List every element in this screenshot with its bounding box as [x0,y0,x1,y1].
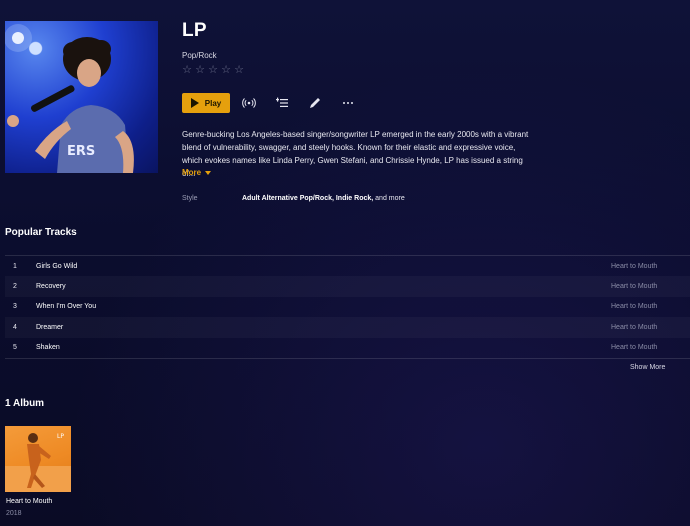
track-name[interactable]: Recovery [36,283,66,290]
artist-bio: Genre-bucking Los Angeles-based singer/s… [182,130,529,178]
track-album[interactable]: Heart to Mouth [611,263,657,270]
table-row[interactable]: 5 Shaken Heart to Mouth [5,338,690,358]
play-button-label: Play [204,98,222,108]
track-album[interactable]: Heart to Mouth [611,283,657,290]
star-icon[interactable]: ☆ [194,64,206,76]
star-icon[interactable]: ☆ [233,64,245,76]
play-button[interactable]: Play [182,93,230,113]
table-row[interactable]: 4 Dreamer Heart to Mouth [5,317,690,337]
album-name[interactable]: Heart to Mouth [6,498,52,505]
more-options-button[interactable] [338,93,358,113]
style-value: Adult Alternative Pop/Rock, Indie Rock, … [242,195,405,202]
edit-icon [310,98,320,108]
svg-text:ERS: ERS [67,144,95,159]
track-number: 4 [13,323,17,331]
album-cover[interactable]: LP [5,426,71,492]
more-link-label: More [182,168,202,177]
edit-button[interactable] [305,93,325,113]
track-name[interactable]: Girls Go Wild [36,263,77,270]
track-number: 1 [13,262,17,270]
table-row[interactable]: 2 Recovery Heart to Mouth [5,276,690,296]
caret-down-icon [205,170,212,175]
style-genres[interactable]: Adult Alternative Pop/Rock, Indie Rock, [242,195,373,202]
more-link[interactable]: More [182,168,212,177]
radio-button[interactable] [239,93,259,113]
star-icon[interactable]: ☆ [181,64,193,76]
album-year: 2018 [6,510,22,517]
artist-photo: ERS [5,21,158,173]
track-album[interactable]: Heart to Mouth [611,303,657,310]
track-name[interactable]: When I'm Over You [36,303,96,310]
track-name[interactable]: Shaken [36,344,60,351]
artist-genre: Pop/Rock [182,51,217,60]
table-row[interactable]: 3 When I'm Over You Heart to Mouth [5,297,690,317]
add-to-playlist-button[interactable] [272,93,292,113]
more-options-icon [343,102,353,104]
track-number: 5 [13,344,17,352]
track-name[interactable]: Dreamer [36,324,63,331]
svg-text:LP: LP [57,433,64,440]
play-icon [190,98,199,108]
album-cover-illustration: LP [5,433,71,492]
star-icon[interactable]: ☆ [220,64,232,76]
track-album[interactable]: Heart to Mouth [611,344,657,351]
radio-icon [242,98,256,108]
popular-tracks-title: Popular Tracks [5,227,77,238]
style-and-more[interactable]: and more [373,195,405,202]
show-more-button[interactable]: Show More [630,364,665,371]
track-number: 3 [13,303,17,311]
table-row[interactable]: 1 Girls Go Wild Heart to Mouth [5,256,690,276]
albums-title: 1 Album [5,398,45,409]
action-bar: Play [182,93,358,113]
artist-name: LP [182,20,207,41]
track-list: 1 Girls Go Wild Heart to Mouth 2 Recover… [5,255,690,359]
style-label: Style [182,195,198,202]
star-rating[interactable]: ☆ ☆ ☆ ☆ ☆ [181,64,245,76]
artist-photo-illustration: ERS [5,24,134,173]
add-to-playlist-icon [276,97,288,107]
track-number: 2 [13,283,17,291]
track-album[interactable]: Heart to Mouth [611,324,657,331]
star-icon[interactable]: ☆ [207,64,219,76]
